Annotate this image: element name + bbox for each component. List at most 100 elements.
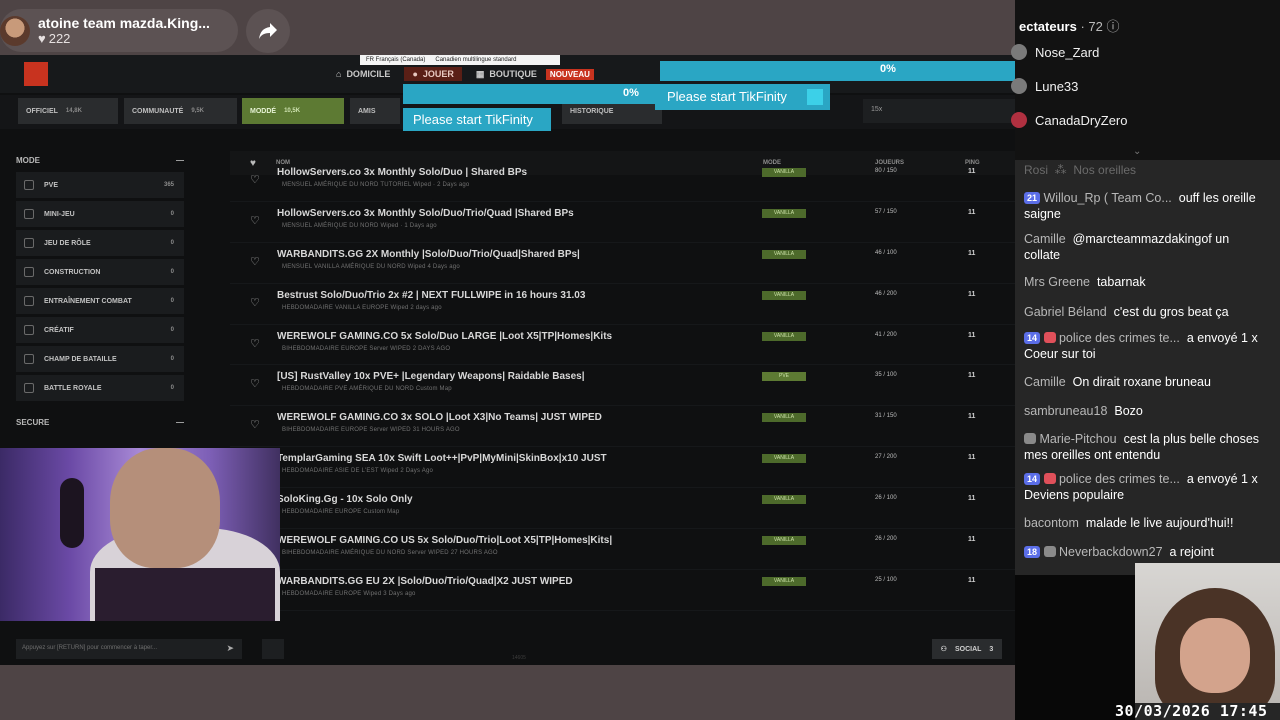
mode-filter-item[interactable]: BATTLE ROYALE 0 xyxy=(16,375,184,401)
favorite-icon[interactable]: ♡ xyxy=(250,214,260,227)
chat-username[interactable]: bacontom xyxy=(1024,516,1079,530)
server-meta: MENSUEL VANILLA AMÉRIQUE DU NORD Wiped 4… xyxy=(282,263,460,270)
server-meta: BIHEBDOMADAIRE AMÉRIQUE DU NORD Server W… xyxy=(282,550,498,557)
server-search-input[interactable]: 15x xyxy=(863,99,1015,123)
chat-username[interactable]: Willou_Rp ( Team Co... xyxy=(1044,191,1172,205)
server-row[interactable]: ♡ WEREWOLF GAMING.CO 3x SOLO |Loot X3|No … xyxy=(230,406,1015,448)
chat-username[interactable]: Marie-Pitchou xyxy=(1039,432,1116,446)
streamer-avatar[interactable] xyxy=(0,15,30,46)
chat-username[interactable]: police des crimes te... xyxy=(1059,331,1180,345)
mode-icon xyxy=(24,325,34,335)
nav-jouer[interactable]: ● JOUER xyxy=(404,67,462,81)
level-badge: 14 xyxy=(1024,473,1041,485)
social-button[interactable]: ⚇ SOCIAL 3 xyxy=(932,639,1002,659)
favorite-icon[interactable]: ♡ xyxy=(250,377,260,390)
share-button[interactable] xyxy=(246,9,290,53)
stream-title: atoine team mazda.King... xyxy=(38,15,210,31)
chat-username[interactable]: Camille xyxy=(1024,232,1066,246)
server-ping: 11 xyxy=(968,576,976,584)
chat-text: a rejoint xyxy=(1169,545,1214,559)
server-row[interactable]: ♡WARBANDITS.GG EU 2X |Solo/Duo/Trio/Quad… xyxy=(230,570,1015,611)
viewer-name: Lune33 xyxy=(1035,78,1079,94)
tikfinity-overlay-3-bar: 0% xyxy=(403,84,655,104)
streamer-face xyxy=(110,448,220,568)
send-icon[interactable]: ➤ xyxy=(226,643,234,654)
server-row[interactable]: ♡SoloKing.Gg - 10x Solo OnlyHEBDOMADAIRE… xyxy=(230,488,1015,530)
mode-filter-item[interactable]: PVE 365 xyxy=(16,172,184,198)
server-row[interactable]: ♡ Bestrust Solo/Duo/Trio 2x #2 | NEXT FUL… xyxy=(230,284,1015,325)
viewer-item[interactable]: CanadaDryZero xyxy=(1011,112,1128,128)
chat-footer-area xyxy=(1015,575,1135,720)
mode-count: 0 xyxy=(170,298,174,304)
chat-text: c'est du gros beat ça xyxy=(1113,305,1229,319)
favorite-icon[interactable]: ♡ xyxy=(250,255,260,268)
chevron-down-icon[interactable]: ⌄ xyxy=(1133,146,1141,157)
favorite-icon[interactable]: ♡ xyxy=(250,337,260,350)
chat-username[interactable]: Camille xyxy=(1024,375,1066,389)
server-players: 57 / 150 xyxy=(875,208,897,215)
new-badge: NOUVEAU xyxy=(545,68,594,80)
mode-icon xyxy=(24,383,34,393)
streamer-webcam xyxy=(0,448,280,621)
chat-username[interactable]: police des crimes te... xyxy=(1059,472,1180,486)
mode-count: 365 xyxy=(163,182,174,188)
collapse-icon[interactable]: — xyxy=(176,418,184,427)
tikfinity-overlay-1: 0% xyxy=(660,61,1015,81)
server-row[interactable]: ♡WEREWOLF GAMING.CO US 5x Solo/Duo/Trio|… xyxy=(230,529,1015,570)
mode-filter-item[interactable]: CONSTRUCTION 0 xyxy=(16,259,184,285)
viewers-label: ectateurs xyxy=(1019,19,1077,34)
mode-filter-item[interactable]: CRÉATIF 0 xyxy=(16,317,184,343)
chat-username[interactable]: Mrs Greene xyxy=(1024,275,1090,289)
info-icon[interactable]: ⓘ xyxy=(1106,19,1119,34)
mode-filter-item[interactable]: CHAMP DE BATAILLE 0 xyxy=(16,346,184,372)
rust-logo[interactable] xyxy=(24,62,48,86)
stream-header[interactable]: atoine team mazda.King... ♥ 222 xyxy=(0,9,238,52)
server-name: HollowServers.co 3x Monthly Solo/Duo/Tri… xyxy=(277,207,574,219)
guest-webcam xyxy=(1135,563,1280,703)
server-meta: BIHEBDOMADAIRE EUROPE Server WIPED 2 DAY… xyxy=(282,345,451,352)
tikfinity-percent: 0% xyxy=(623,87,639,99)
nav-domicile[interactable]: ⌂ DOMICILE xyxy=(328,67,398,81)
chat-message: 14 police des crimes te... a envoyé 1 x … xyxy=(1024,471,1264,503)
server-row[interactable]: ♡ WEREWOLF GAMING.CO 5x Solo/Duo LARGE |L… xyxy=(230,325,1015,366)
mode-header[interactable]: MODE — xyxy=(16,151,184,169)
filter-communaute[interactable]: COMMUNAUTÉ 9,5K xyxy=(124,98,237,124)
viewer-item[interactable]: Nose_Zard xyxy=(1011,44,1099,60)
favorite-icon[interactable]: ♡ xyxy=(250,296,260,309)
chat-username[interactable]: Neverbackdown27 xyxy=(1059,545,1163,559)
mode-filter-item[interactable]: ENTRAÎNEMENT COMBAT 0 xyxy=(16,288,184,314)
server-row[interactable]: ♡TemplarGaming SEA 10x Swift Loot++|PvP|… xyxy=(230,447,1015,489)
chat-username[interactable]: sambruneau18 xyxy=(1024,404,1107,418)
viewer-item[interactable]: Lune33 xyxy=(1011,78,1079,94)
collapse-icon[interactable]: — xyxy=(176,156,184,165)
mode-filter-item[interactable]: JEU DE RÔLE 0 xyxy=(16,230,184,256)
mode-filter-item[interactable]: MINI-JEU 0 xyxy=(16,201,184,227)
filter-officiel[interactable]: OFFICIEL 14,8K xyxy=(18,98,118,124)
play-icon: ● xyxy=(412,69,418,79)
chat-message: Camille On dirait roxane bruneau xyxy=(1024,374,1264,390)
server-mode-badge: VANILLA xyxy=(762,168,806,177)
server-ping: 11 xyxy=(968,413,976,421)
server-name: WEREWOLF GAMING.CO 5x Solo/Duo LARGE |Lo… xyxy=(277,330,613,342)
favorite-icon[interactable]: ♡ xyxy=(250,173,260,186)
chat-username[interactable]: Gabriel Béland xyxy=(1024,305,1107,319)
favorite-icon[interactable]: ♡ xyxy=(250,418,260,431)
server-row[interactable]: ♡ WARBANDITS.GG 2X Monthly |Solo/Duo/Trio… xyxy=(230,243,1015,284)
filter-modde[interactable]: MODDÉ 10,5K xyxy=(242,98,344,124)
game-chat-input[interactable]: Appuyez sur [RETURN] pour commencer à ta… xyxy=(16,639,242,659)
mode-count: 0 xyxy=(170,269,174,275)
chat-text: Nos oreilles xyxy=(1073,163,1137,177)
server-players: 80 / 150 xyxy=(875,168,897,174)
stream-likes: ♥ 222 xyxy=(38,31,210,46)
secure-header[interactable]: SECURE — xyxy=(16,413,184,431)
server-row[interactable]: ♡ HollowServers.co 3x Monthly Solo/Duo | … xyxy=(230,161,1015,202)
server-row[interactable]: ♡ [US] RustValley 10x PVE+ |Legendary Wea… xyxy=(230,365,1015,407)
mode-icon xyxy=(24,296,34,306)
server-meta: HEBDOMADAIRE VANILLA EUROPE Wiped 2 days… xyxy=(282,304,442,311)
server-row[interactable]: ♡ HollowServers.co 3x Monthly Solo/Duo/Tr… xyxy=(230,202,1015,243)
server-ping: 11 xyxy=(968,536,976,544)
server-ping: 11 xyxy=(968,495,976,503)
nav-boutique[interactable]: ▦ BOUTIQUE NOUVEAU xyxy=(468,67,602,81)
filter-amis[interactable]: AMIS xyxy=(350,98,400,124)
friends-button[interactable] xyxy=(262,639,284,659)
